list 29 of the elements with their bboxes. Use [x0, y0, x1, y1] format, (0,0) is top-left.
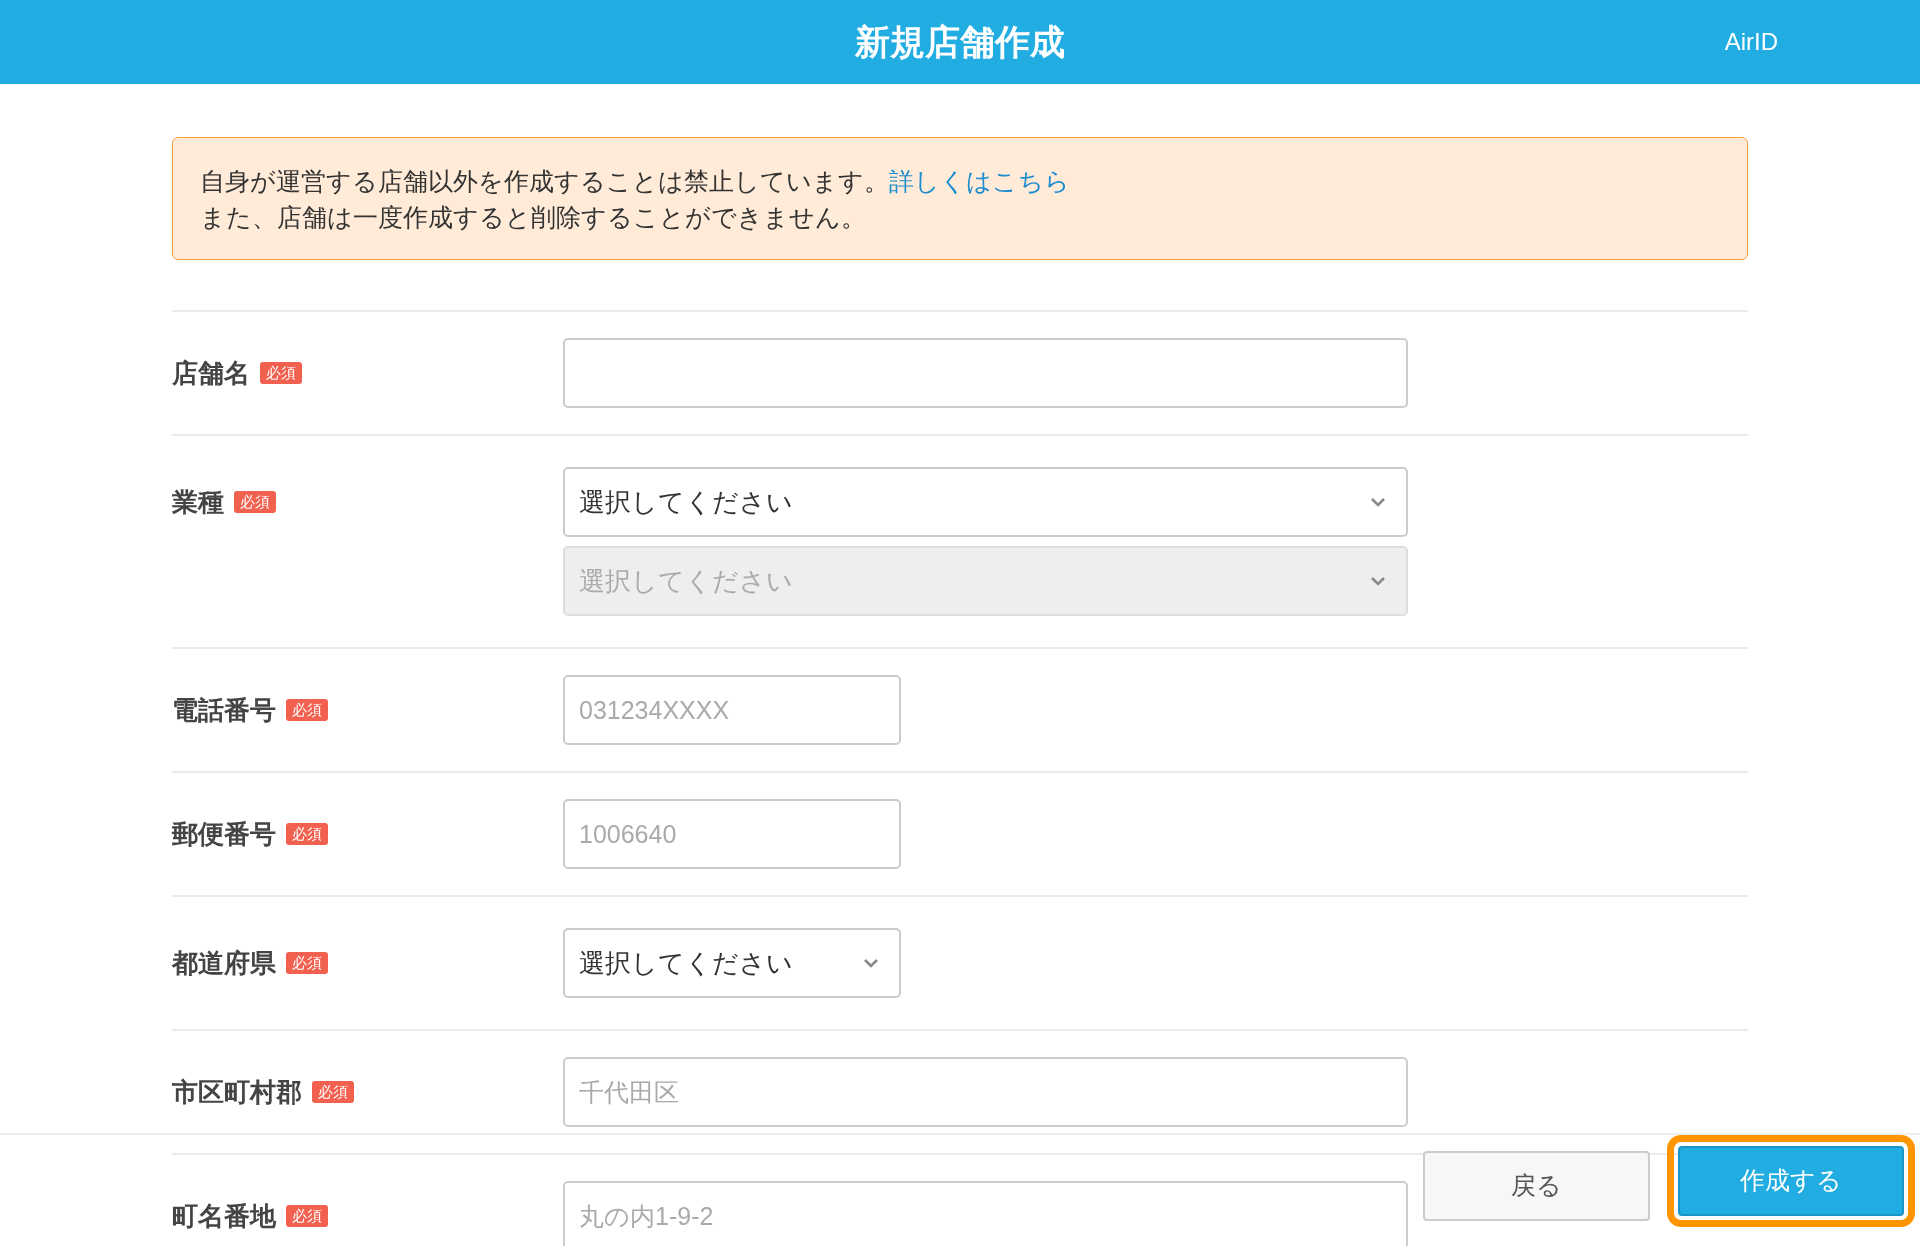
- text-input[interactable]: 031234XXXX: [563, 675, 901, 745]
- chevron-down-icon: [1370, 576, 1386, 586]
- page-title: 新規店舗作成: [855, 20, 1065, 63]
- field-label: 業種: [172, 487, 224, 517]
- required-badge: 必須: [286, 699, 328, 721]
- chevron-down-icon: [1370, 497, 1386, 507]
- required-badge: 必須: [234, 491, 276, 513]
- notice-text: 自身が運営する店舗以外を作成することは禁止しています。詳しくはこちら: [200, 165, 1071, 197]
- field-label: 町名番地: [172, 1201, 276, 1231]
- notice-text: また、店舗は一度作成すると削除することができません。: [200, 201, 867, 233]
- text-input[interactable]: 千代田区: [563, 1057, 1408, 1127]
- field-label: 店舗名: [172, 358, 250, 388]
- required-badge: 必須: [312, 1081, 354, 1103]
- back-button[interactable]: 戻る: [1423, 1151, 1650, 1221]
- required-badge: 必須: [260, 362, 302, 384]
- text-input[interactable]: 1006640: [563, 799, 901, 869]
- field-label: 電話番号: [172, 695, 276, 725]
- field-label: 郵便番号: [172, 819, 276, 849]
- text-input[interactable]: 丸の内1-9-2: [563, 1181, 1408, 1246]
- select-dropdown[interactable]: 選択してください: [563, 928, 901, 998]
- required-badge: 必須: [286, 823, 328, 845]
- field-label: 市区町村郡: [172, 1077, 302, 1107]
- account-label: AirID: [1724, 27, 1778, 57]
- text-input[interactable]: [563, 338, 1408, 408]
- required-badge: 必須: [286, 952, 328, 974]
- field-label: 都道府県: [172, 948, 276, 978]
- chevron-down-icon: [863, 958, 879, 968]
- required-badge: 必須: [286, 1205, 328, 1227]
- select-dropdown[interactable]: 選択してください: [563, 467, 1408, 537]
